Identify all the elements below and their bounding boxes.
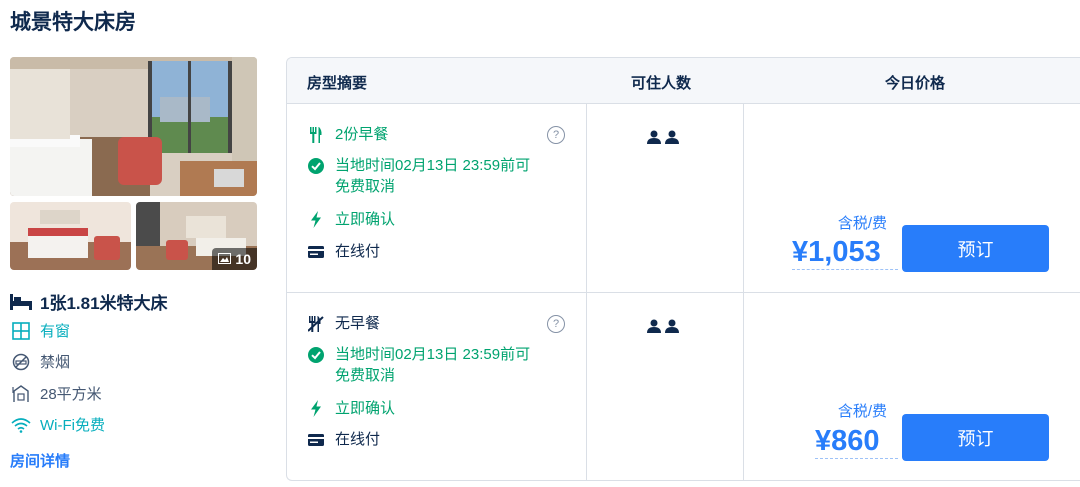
amenity-label: Wi-Fi免费 — [40, 417, 105, 434]
window-icon — [10, 321, 32, 341]
cancel-label-2: 免费取消 — [335, 178, 396, 195]
meal-info: 2份早餐 — [307, 124, 388, 145]
tax-label: 含税/费 — [837, 215, 887, 232]
cancel-label: 当地时间02月13日 23:59前可 — [335, 346, 531, 363]
lightning-icon — [307, 398, 325, 419]
offers-table: 房型摘要 可住人数 今日价格 2份早餐 ? 当地时间02月13日 23:59前可… — [286, 57, 1080, 481]
card-icon — [307, 241, 325, 262]
price-value: ¥860 — [815, 424, 898, 459]
meal-label: 2份早餐 — [335, 126, 389, 143]
cancel-label: 当地时间02月13日 23:59前可 — [335, 157, 531, 174]
instant-confirm: 立即确认 — [307, 398, 395, 419]
amenity-label: 有窗 — [40, 323, 71, 340]
cancel-policy: 当地时间02月13日 23:59前可 免费取消 — [307, 155, 530, 197]
room-photo-thumb[interactable]: 10 — [136, 202, 257, 270]
room-photo-thumb[interactable] — [10, 202, 131, 270]
check-circle-icon — [307, 344, 325, 365]
no-smoking-icon — [10, 352, 32, 372]
bed-label: 1张1.81米特大床 — [40, 294, 168, 313]
payment-info: 在线付 — [307, 429, 380, 450]
room-details-link[interactable]: 房间详情 — [10, 450, 70, 471]
confirm-label: 立即确认 — [335, 400, 396, 417]
guest-capacity — [647, 130, 679, 149]
amenity-wifi: Wi-Fi免费 — [10, 414, 105, 435]
header-guests: 可住人数 — [631, 75, 692, 92]
header-price: 今日价格 — [885, 75, 946, 92]
cancel-label-2: 免费取消 — [335, 367, 396, 384]
row-divider — [287, 292, 1080, 293]
person-icon — [647, 319, 661, 338]
amenity-window: 有窗 — [10, 320, 70, 341]
meal-label: 无早餐 — [335, 315, 381, 332]
area-icon — [10, 384, 32, 404]
lightning-icon — [307, 209, 325, 230]
person-icon — [665, 130, 679, 149]
guest-capacity — [647, 319, 679, 338]
payment-label: 在线付 — [335, 431, 381, 448]
no-meal-icon — [307, 313, 325, 334]
person-icon — [665, 319, 679, 338]
check-circle-icon — [307, 155, 325, 176]
payment-label: 在线付 — [335, 243, 381, 260]
header-room-summary: 房型摘要 — [307, 75, 368, 92]
bed-icon — [10, 292, 32, 312]
wifi-icon — [10, 415, 32, 435]
cancel-policy: 当地时间02月13日 23:59前可 免费取消 — [307, 344, 530, 386]
utensils-icon — [307, 124, 325, 145]
help-icon[interactable]: ? — [547, 126, 565, 144]
image-icon — [218, 251, 232, 267]
amenity-area: 28平方米 — [10, 383, 102, 404]
payment-info: 在线付 — [307, 241, 380, 262]
card-icon — [307, 429, 325, 450]
photo-count: 10 — [235, 251, 251, 267]
help-icon[interactable]: ? — [547, 315, 565, 333]
amenity-label: 28平方米 — [40, 386, 102, 403]
amenity-label: 禁烟 — [40, 354, 71, 371]
book-button[interactable]: 预订 — [902, 414, 1049, 461]
table-header: 房型摘要 可住人数 今日价格 — [287, 58, 1080, 104]
photo-count-badge[interactable]: 10 — [212, 248, 257, 270]
room-title: 城景特大床房 — [10, 11, 136, 34]
price-value: ¥1,053 — [792, 235, 898, 270]
confirm-label: 立即确认 — [335, 211, 396, 228]
tax-label: 含税/费 — [837, 403, 887, 420]
person-icon — [647, 130, 661, 149]
room-photo-main[interactable] — [10, 57, 257, 196]
meal-info: 无早餐 — [307, 313, 380, 334]
book-button[interactable]: 预订 — [902, 225, 1049, 272]
instant-confirm: 立即确认 — [307, 209, 395, 230]
bed-info: 1张1.81米特大床 — [10, 289, 168, 314]
amenity-no-smoking: 禁烟 — [10, 351, 70, 372]
